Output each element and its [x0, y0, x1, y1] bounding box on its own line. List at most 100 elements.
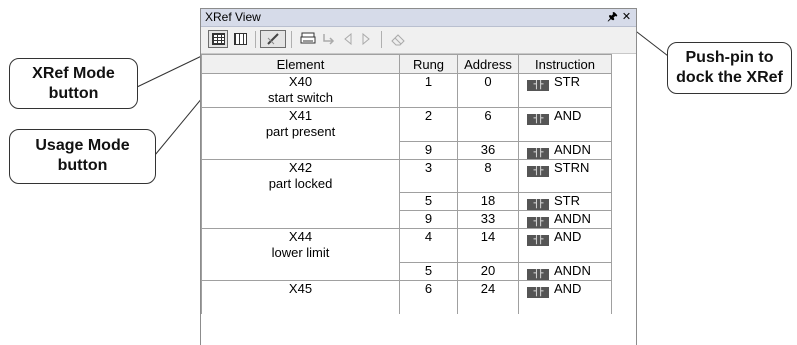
rung-cell: 6 [399, 279, 458, 314]
toolbar [201, 27, 636, 54]
element-cell: X42 part locked [201, 158, 400, 193]
instruction-cell: ┤├ AND [518, 107, 612, 141]
toolbar-separator [255, 31, 256, 48]
instruction-cell: ┤├ ANDN [518, 140, 612, 159]
element-cell [201, 192, 400, 211]
filter-button[interactable] [260, 30, 286, 48]
triangle-right-icon [362, 33, 370, 45]
instruction-cell: ┤├ AND [518, 228, 612, 262]
contact-icon: ┤├ [527, 235, 549, 246]
address-cell: 8 [457, 158, 519, 193]
element-cell [201, 210, 400, 229]
contact-icon: ┤├ [527, 286, 549, 298]
address-cell: 36 [457, 140, 519, 159]
instruction-cell: ┤├ ANDN [518, 261, 612, 280]
element-name: X40 [288, 74, 313, 89]
rung-cell: 4 [399, 228, 458, 262]
table-row[interactable]: 5 20 ┤├ ANDN [201, 261, 612, 280]
instruction-cell: ┤├ ANDN [518, 210, 612, 229]
element-description: part present [265, 124, 336, 139]
callout-push-pin: Push-pin to dock the XRef [667, 42, 792, 94]
instruction-text: ANDN [554, 211, 591, 226]
instruction-text: STRN [554, 159, 590, 175]
instruction-text: ANDN [554, 141, 591, 157]
instruction-text: AND [554, 229, 582, 244]
address-cell: 6 [457, 107, 519, 141]
contact-icon: ┤├ [527, 165, 549, 177]
contact-icon: ┤├ [527, 147, 549, 159]
table-row[interactable]: X44 lower limit 4 14 ┤├ AND [201, 228, 612, 262]
table-row[interactable]: X40 start switch 1 0 ┤├ STR [201, 73, 612, 108]
element-description: start switch [267, 90, 333, 105]
xref-mode-button[interactable] [208, 30, 228, 48]
callout-usage-mode: Usage Mode button [9, 129, 156, 184]
address-cell: 24 [457, 279, 519, 314]
close-icon[interactable]: ✕ [620, 10, 633, 23]
element-name: X45 [288, 280, 313, 296]
contact-icon: ┤├ [527, 217, 549, 228]
forward-button[interactable] [357, 30, 375, 48]
contact-icon: ┤├ [527, 114, 549, 125]
instruction-cell: ┤├ STR [518, 73, 612, 108]
print-button[interactable] [298, 30, 318, 48]
list-icon [233, 33, 247, 45]
contact-icon: ┤├ [527, 199, 549, 210]
element-name: X44 [288, 229, 313, 244]
address-cell: 18 [457, 192, 519, 211]
element-name: X42 [288, 159, 313, 175]
column-header-rung[interactable]: Rung [399, 54, 458, 74]
printer-icon [300, 32, 316, 44]
table-row[interactable]: X42 part locked 3 8 ┤├ STRN [201, 158, 612, 193]
triangle-left-icon [344, 33, 352, 45]
table-header-row: Element Rung Address Instruction [201, 54, 612, 74]
instruction-text: STR [554, 74, 580, 89]
push-pin-icon[interactable]: 🖈 [606, 10, 619, 23]
instruction-text: AND [554, 280, 582, 296]
element-cell: X45 [201, 279, 400, 314]
rung-cell: 2 [399, 107, 458, 141]
usage-mode-button[interactable] [230, 30, 250, 48]
table-row[interactable]: X41 part present 2 6 ┤├ AND [201, 107, 612, 141]
pencil-icon [267, 33, 279, 45]
table-row[interactable]: 5 18 ┤├ STR [201, 192, 612, 211]
toolbar-separator [381, 31, 382, 48]
column-header-address[interactable]: Address [457, 54, 519, 74]
element-cell: X44 lower limit [201, 228, 400, 262]
element-cell: X40 start switch [201, 73, 400, 108]
instruction-cell: ┤├ STR [518, 192, 612, 211]
eraser-icon [391, 34, 405, 46]
rung-cell: 1 [399, 73, 458, 108]
address-cell: 33 [457, 210, 519, 229]
grid-icon [211, 33, 225, 45]
table-row[interactable]: 9 36 ┤├ ANDN [201, 140, 612, 159]
table-row[interactable]: X45 6 24 ┤├ AND [201, 279, 612, 314]
erase-button[interactable] [387, 30, 409, 48]
title-bar: XRef View 🖈 ✕ [201, 9, 636, 27]
toolbar-separator [291, 31, 292, 48]
callout-xref-mode: XRef Mode button [9, 58, 138, 109]
column-header-element[interactable]: Element [201, 54, 400, 74]
goto-button[interactable] [319, 30, 337, 48]
rung-cell: 9 [399, 210, 458, 229]
callout-text-line: dock the XRef [676, 69, 783, 86]
instruction-cell: ┤├ AND [518, 279, 612, 314]
instruction-cell: ┤├ STRN [518, 158, 612, 193]
callout-text-line: Push-pin to [685, 49, 774, 66]
rung-cell: 5 [399, 261, 458, 280]
column-header-instruction[interactable]: Instruction [518, 54, 612, 74]
table-row[interactable]: 9 33 ┤├ ANDN [201, 210, 612, 229]
contact-icon: ┤├ [527, 268, 549, 280]
rung-cell: 9 [399, 140, 458, 159]
element-cell [201, 262, 400, 280]
callout-text-line: button [57, 157, 108, 174]
element-description: lower limit [271, 245, 330, 260]
xref-view-window: XRef View 🖈 ✕ Element Rung Address Instr… [200, 8, 637, 345]
xref-table: Element Rung Address Instruction X40 sta… [201, 54, 612, 314]
contact-icon: ┤├ [527, 80, 549, 91]
element-cell [201, 141, 400, 159]
callout-text-line: Usage Mode [35, 137, 130, 154]
callout-text-line: XRef Mode [32, 65, 115, 82]
back-button[interactable] [339, 30, 357, 48]
address-cell: 0 [457, 73, 519, 108]
element-description: part locked [268, 175, 333, 191]
